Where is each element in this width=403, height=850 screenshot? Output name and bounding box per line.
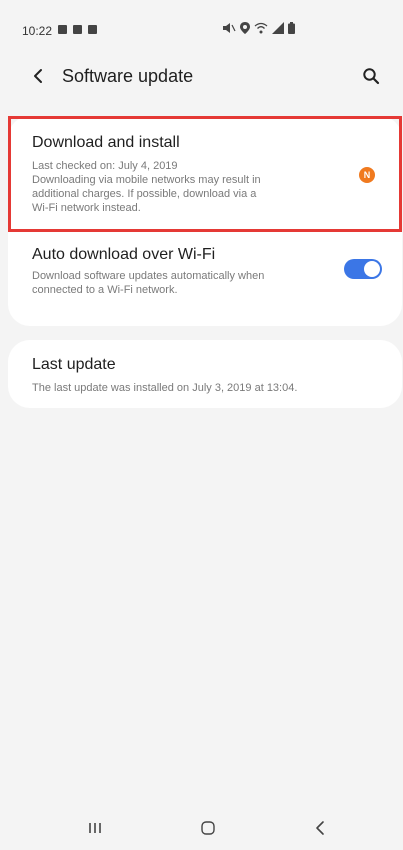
home-icon	[200, 820, 216, 841]
nav-back-button[interactable]	[303, 813, 337, 847]
navigation-bar	[0, 805, 403, 850]
last-update-subtitle: The last update was installed on July 3,…	[32, 382, 298, 394]
recent-apps-icon	[87, 821, 103, 840]
status-bar: 10:22	[0, 0, 403, 60]
mute-icon	[222, 22, 236, 37]
location-icon	[240, 22, 250, 37]
auto-download-subtitle-line: connected to a Wi-Fi network.	[32, 284, 178, 296]
auto-download-item[interactable]: Auto download over Wi-Fi Download softwa…	[8, 242, 402, 316]
last-update-title: Last update	[32, 356, 116, 373]
page-title: Software update	[62, 66, 194, 86]
back-button[interactable]	[24, 64, 52, 92]
toggle-knob	[364, 261, 380, 277]
signal-icon	[272, 22, 284, 37]
search-button[interactable]	[357, 64, 385, 92]
highlight-box	[8, 116, 402, 232]
app-bar: Software update	[0, 56, 403, 100]
chevron-left-icon	[32, 68, 44, 89]
auto-download-subtitle-line: Download software updates automatically …	[32, 270, 265, 282]
gallery-icon	[58, 25, 67, 34]
search-icon	[362, 67, 380, 90]
auto-download-title: Auto download over Wi-Fi	[32, 246, 216, 263]
sim-icon	[88, 25, 97, 34]
status-time: 10:22	[22, 24, 53, 38]
last-update-card: Last update The last update was installe…	[8, 340, 402, 408]
wifi-icon	[254, 22, 268, 37]
last-update-item[interactable]: Last update The last update was installe…	[8, 340, 402, 408]
back-icon	[314, 820, 326, 841]
system-status-icons	[222, 22, 295, 37]
home-button[interactable]	[191, 813, 225, 847]
notification-icons	[58, 25, 97, 34]
recent-apps-button[interactable]	[78, 813, 112, 847]
settings-card: Download and install Last checked on: Ju…	[8, 116, 402, 326]
auto-download-toggle[interactable]	[344, 259, 382, 279]
download-and-install-item[interactable]: Download and install Last checked on: Ju…	[8, 116, 402, 232]
battery-icon	[288, 22, 295, 37]
notification-icon	[73, 25, 82, 34]
